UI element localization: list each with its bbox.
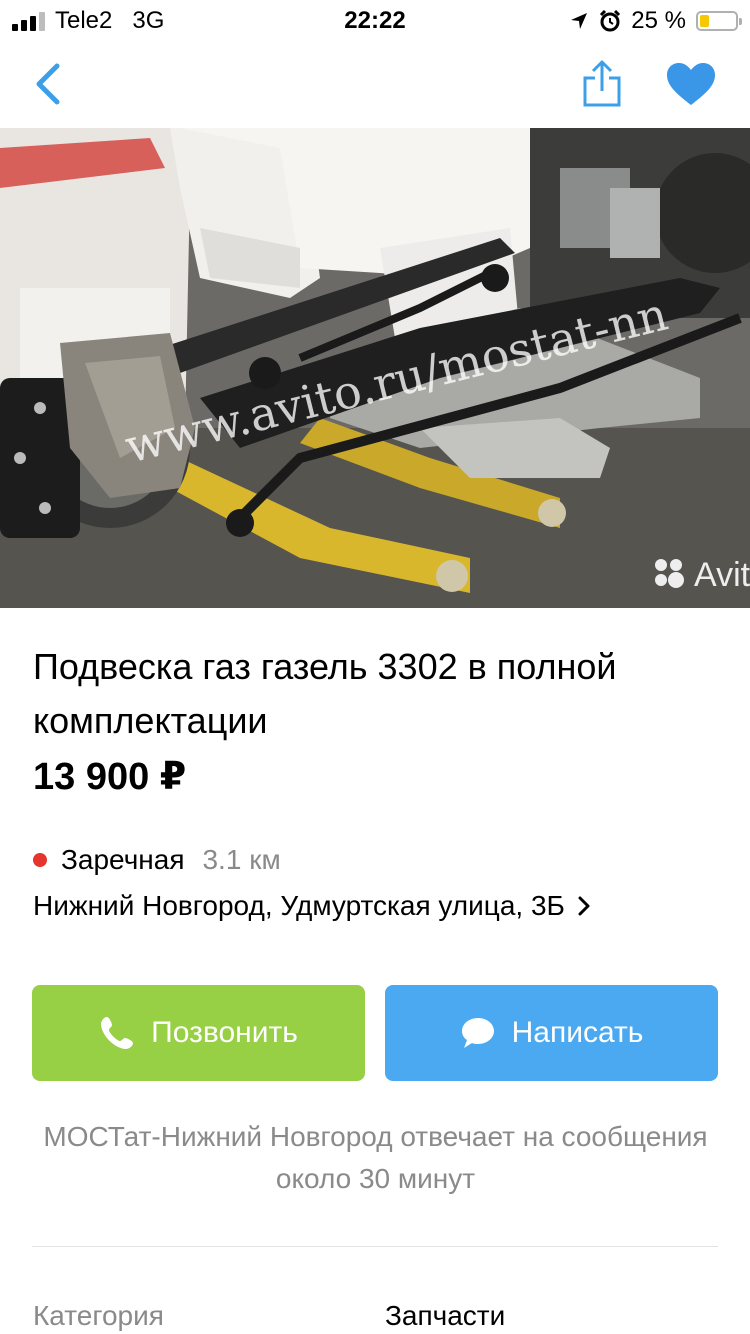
- location-block: Заречная 3.1 км Нижний Новгород, Удмуртс…: [33, 840, 718, 926]
- back-button[interactable]: [20, 56, 76, 112]
- battery-icon: [696, 11, 742, 31]
- favorite-button[interactable]: [660, 56, 722, 112]
- address-link[interactable]: Нижний Новгород, Удмуртская улица, 3Б: [33, 886, 718, 926]
- heart-icon: [667, 63, 715, 105]
- call-button[interactable]: Позвонить: [32, 985, 365, 1081]
- section-divider: [32, 1246, 718, 1247]
- chevron-right-icon: [577, 895, 591, 917]
- share-button[interactable]: [574, 54, 630, 114]
- chevron-left-icon: [36, 63, 60, 105]
- write-button-label: Написать: [511, 1016, 644, 1049]
- battery-level-fill: [700, 15, 709, 27]
- share-icon: [583, 60, 621, 107]
- call-button-label: Позвонить: [151, 1016, 298, 1049]
- param-value[interactable]: Запчасти: [385, 1300, 505, 1332]
- address-text: Нижний Новгород, Удмуртская улица, 3Б: [33, 890, 565, 921]
- location-arrow-icon: [571, 13, 588, 29]
- alarm-clock-icon: [600, 10, 621, 32]
- chat-bubble-icon: [461, 1018, 494, 1048]
- metro-station: Заречная: [61, 844, 185, 875]
- listing-info: Подвеска газ газель 3302 в полной компле…: [33, 640, 718, 926]
- contact-actions: Позвонить Написать: [32, 985, 718, 1081]
- status-bar: Tele2 3G 22:22 25 %: [0, 0, 750, 40]
- photo-illustration: www.avito.ru/mostat-nn Avit: [0, 128, 750, 608]
- phone-icon: [101, 1017, 134, 1049]
- param-label: Категория: [33, 1300, 164, 1331]
- navigation-bar: [0, 40, 750, 128]
- listing-title: Подвеска газ газель 3302 в полной компле…: [33, 646, 617, 741]
- write-button[interactable]: Написать: [385, 985, 718, 1081]
- listing-photo[interactable]: www.avito.ru/mostat-nn Avit: [0, 128, 750, 608]
- listing-price: 13 900 ₽: [33, 756, 187, 798]
- status-right: 25 %: [569, 7, 742, 35]
- metro-distance: 3.1 км: [202, 844, 281, 875]
- metro-line-dot-icon: [33, 853, 47, 867]
- metro-row: Заречная 3.1 км: [33, 840, 718, 880]
- photo-logo-text: Avit: [694, 556, 750, 594]
- seller-response-note: МОСТат-Нижний Новгород отвечает на сообщ…: [43, 1121, 708, 1194]
- battery-percent: 25 %: [631, 7, 686, 34]
